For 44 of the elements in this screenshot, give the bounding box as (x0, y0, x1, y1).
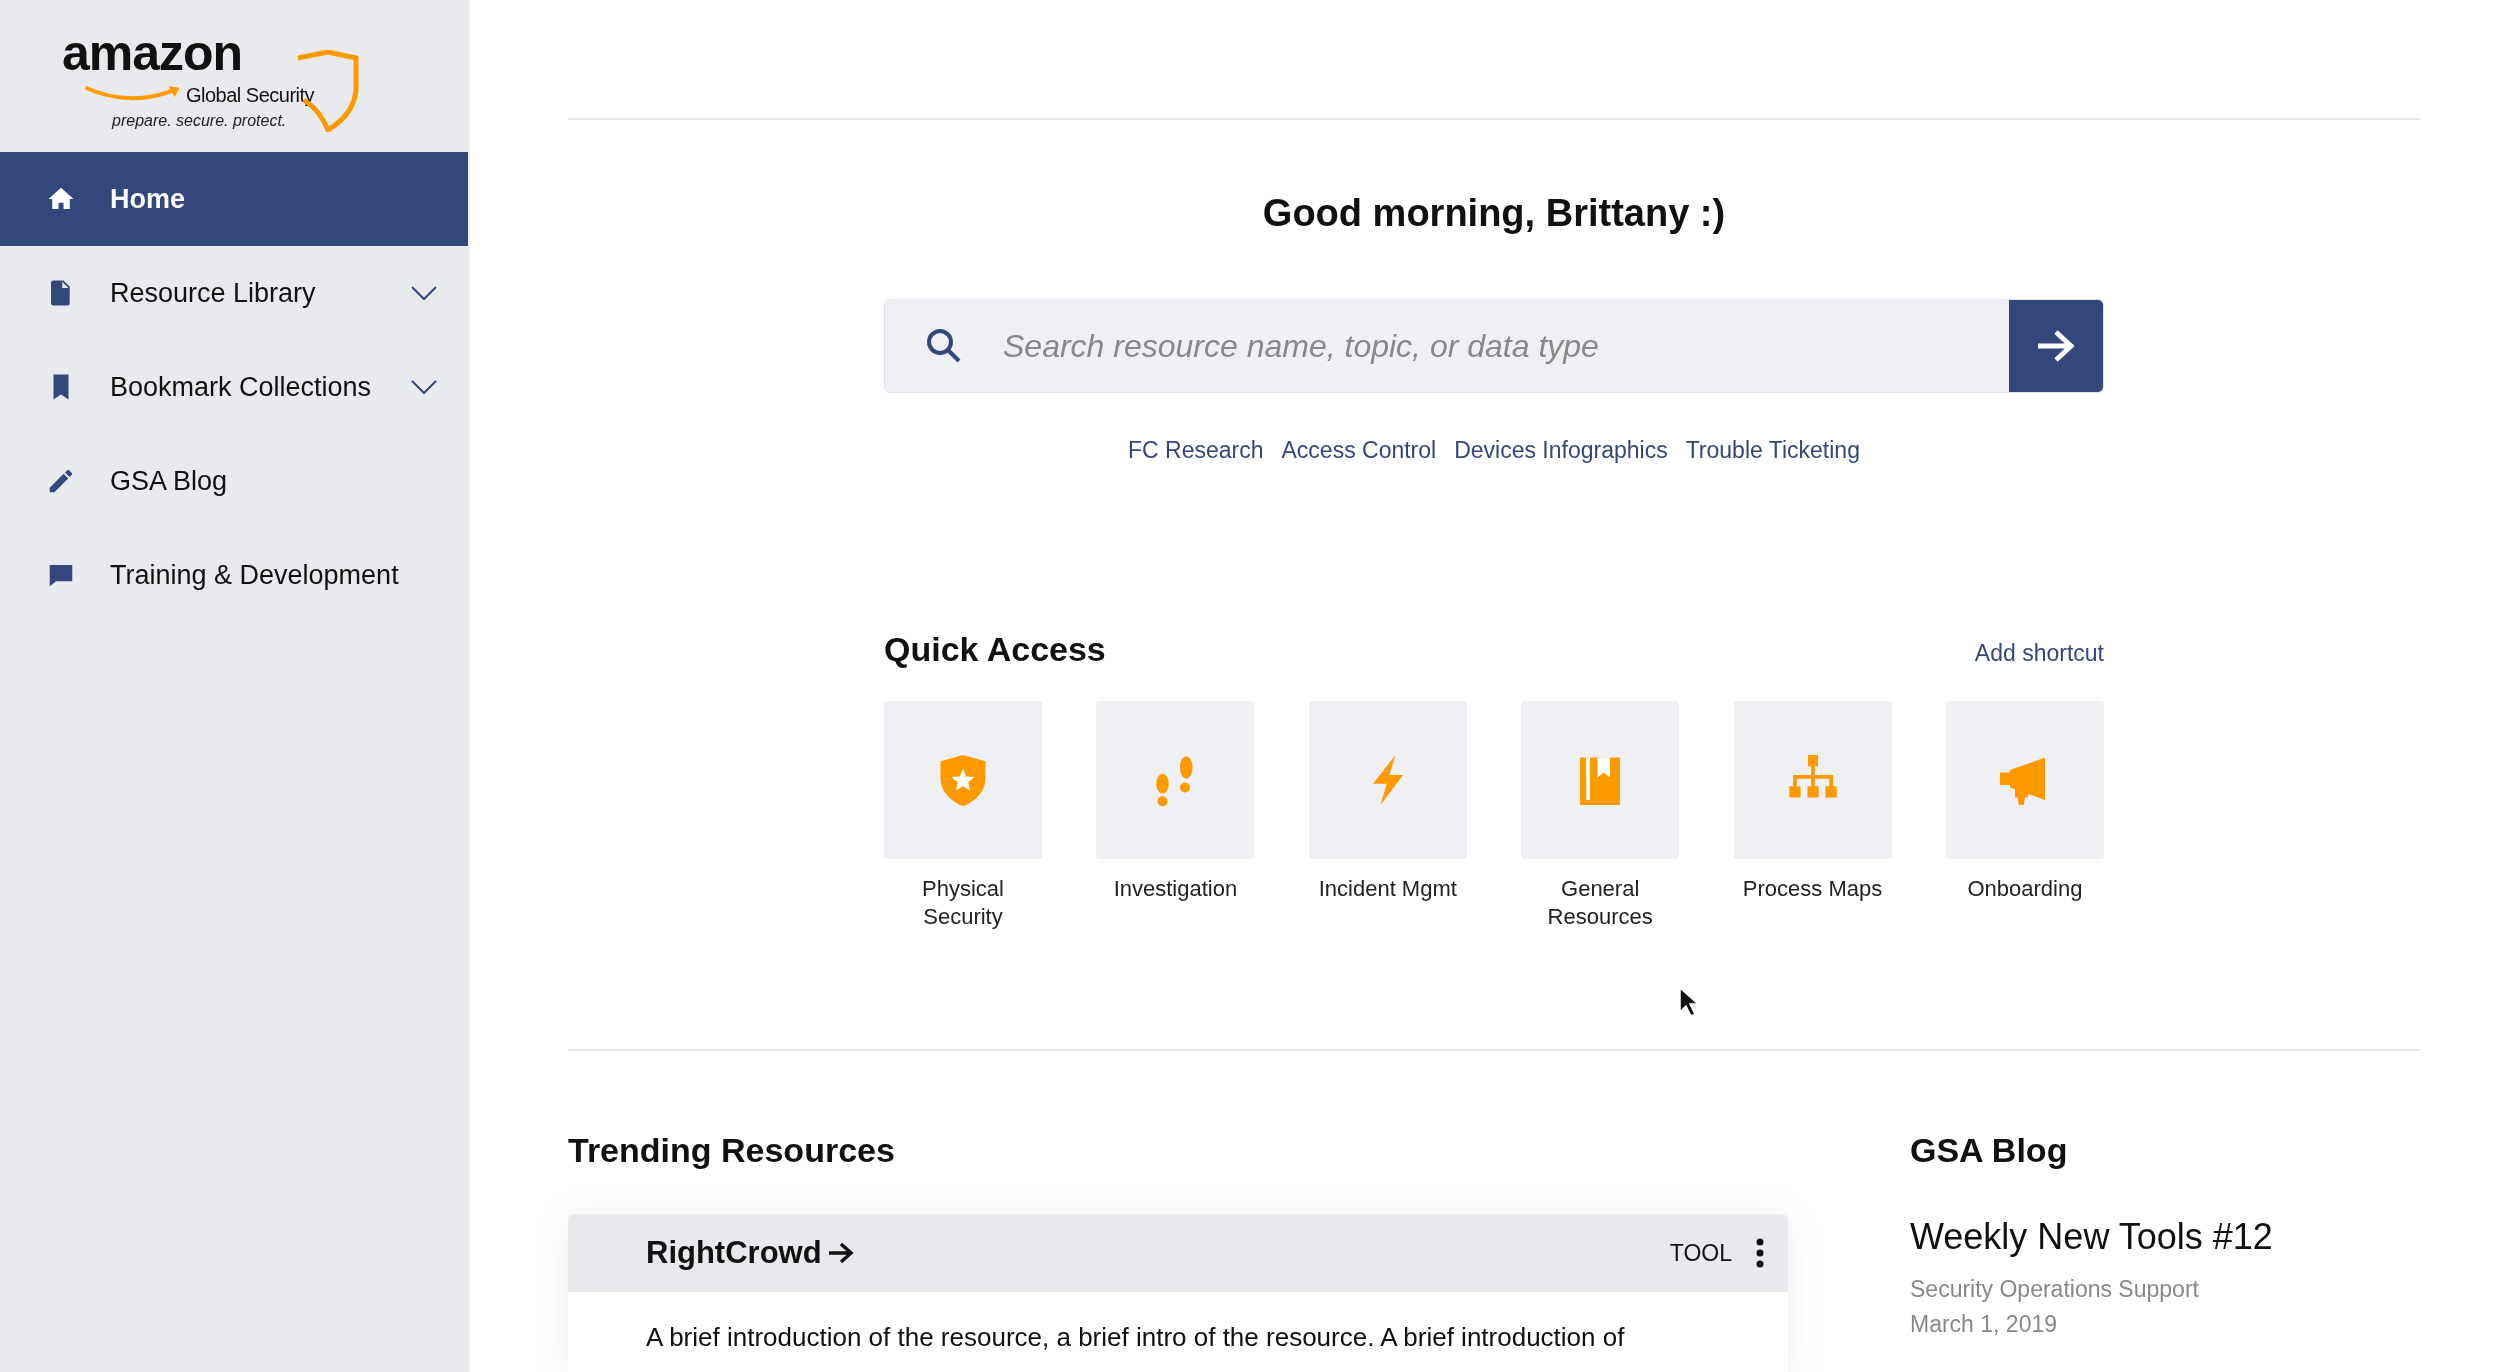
shortcut-label: Process Maps (1742, 875, 1883, 903)
shortcut-tile[interactable] (1733, 701, 1892, 859)
shortcut-label: Physical Security (921, 875, 1005, 931)
resource-type-label: TOOL (1669, 1239, 1732, 1267)
arrow-right-icon (2036, 329, 2076, 363)
sidebar-item[interactable]: Home (0, 152, 468, 246)
logo-product-name: Global Security (186, 84, 315, 107)
blog-post-author: Security Operations Support (1910, 1276, 2200, 1303)
blog-post-title[interactable]: Weekly New Tools #12 (1910, 1216, 2273, 1258)
section-heading: Trending Resources (568, 1131, 896, 1170)
search-submit-button[interactable] (2009, 300, 2103, 392)
shortcut-tile[interactable] (1521, 701, 1680, 859)
sidebar-item[interactable]: GSA Blog (0, 434, 468, 528)
shortcut-label: Onboarding (1967, 875, 2083, 903)
shortcut-label: General Resources (1546, 875, 1654, 931)
logo-tagline: prepare. secure. protect. (112, 112, 287, 130)
shortcut-tile[interactable] (1945, 701, 2104, 859)
search-icon (926, 328, 962, 364)
sidebar-item[interactable]: Training & Development (0, 528, 468, 622)
blog-post-date: March 1, 2019 (1910, 1311, 2059, 1338)
shortcut-tile[interactable] (1308, 701, 1467, 859)
shortcut-tile[interactable] (1096, 701, 1255, 859)
section-heading: Quick Access (884, 630, 1106, 669)
chevron-down-icon[interactable] (410, 285, 438, 301)
search-field[interactable]: Search resource name, topic, or data type (1003, 300, 2009, 392)
arrow-right-icon (827, 1242, 854, 1264)
logo-wordmark: amazon (62, 24, 243, 82)
chevron-down-icon[interactable] (410, 379, 438, 395)
sidebar-item[interactable]: Resource Library (0, 246, 468, 340)
greeting-heading: Good morning, Brittany :) (1261, 191, 1727, 235)
shortcut-label: Incident Mgmt (1318, 875, 1457, 903)
section-heading: GSA Blog (1910, 1131, 2069, 1170)
quick-link[interactable]: Access Control (1281, 437, 1437, 464)
quick-link[interactable]: FC Research (1128, 437, 1264, 464)
shortcut-tile[interactable] (884, 701, 1042, 859)
quick-link[interactable]: Trouble Ticketing (1685, 437, 1860, 464)
resource-title-link[interactable]: RightCrowd (646, 1235, 1670, 1271)
resource-description: A brief introduction of the resource, a brief intro of the resource. A brief introduction of (645, 1321, 1626, 1354)
shortcut-label: Investigation (1113, 875, 1238, 903)
search-bar[interactable]: Search resource name, topic, or data type (884, 299, 2104, 393)
quick-link[interactable]: Devices Infographics (1454, 437, 1668, 464)
add-shortcut-link[interactable]: Add shortcut (1974, 640, 2104, 667)
more-options-icon[interactable] (1756, 1238, 1764, 1268)
sidebar-item[interactable]: Bookmark Collections (0, 340, 468, 434)
